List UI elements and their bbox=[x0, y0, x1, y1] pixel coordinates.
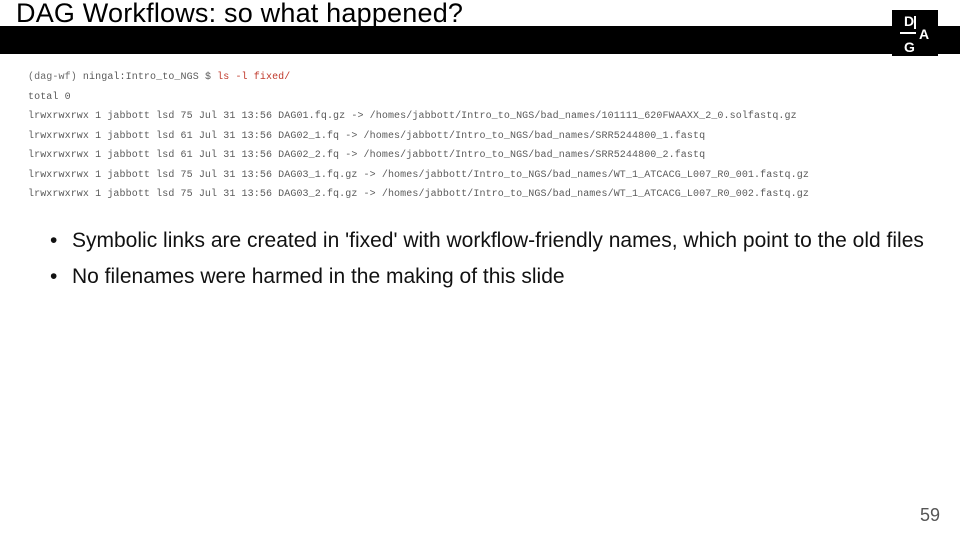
bullet-item: No filenames were harmed in the making o… bbox=[50, 263, 930, 291]
terminal-prompt-line: (dag-wf) ningal:Intro_to_NGS $ ls -l fix… bbox=[28, 68, 932, 88]
logo-letter-g: G bbox=[904, 39, 915, 55]
terminal-block: (dag-wf) ningal:Intro_to_NGS $ ls -l fix… bbox=[0, 54, 960, 211]
terminal-row: lrwxrwxrwx 1 jabbott lsd 75 Jul 31 13:56… bbox=[28, 107, 932, 127]
page-number: 59 bbox=[920, 505, 940, 526]
terminal-row: lrwxrwxrwx 1 jabbott lsd 75 Jul 31 13:56… bbox=[28, 185, 932, 205]
terminal-command: ls -l fixed/ bbox=[217, 72, 290, 83]
slide-title: DAG Workflows: so what happened? bbox=[0, 0, 463, 29]
title-bar: DAG Workflows: so what happened? D A G bbox=[0, 0, 960, 54]
bullet-list: Symbolic links are created in 'fixed' wi… bbox=[0, 211, 960, 292]
terminal-row: lrwxrwxrwx 1 jabbott lsd 61 Jul 31 13:56… bbox=[28, 146, 932, 166]
prompt-path: ningal:Intro_to_NGS $ bbox=[83, 72, 217, 83]
terminal-total: total 0 bbox=[28, 88, 932, 108]
dag-logo-icon: D A G bbox=[892, 10, 938, 56]
prompt-env: (dag-wf) bbox=[28, 72, 83, 83]
dag-logo: D A G bbox=[892, 10, 938, 56]
logo-letter-d: D bbox=[904, 13, 914, 29]
bullet-item: Symbolic links are created in 'fixed' wi… bbox=[50, 227, 930, 255]
terminal-row: lrwxrwxrwx 1 jabbott lsd 75 Jul 31 13:56… bbox=[28, 166, 932, 186]
slide: DAG Workflows: so what happened? D A G (… bbox=[0, 0, 960, 540]
terminal-row: lrwxrwxrwx 1 jabbott lsd 61 Jul 31 13:56… bbox=[28, 127, 932, 147]
logo-letter-a: A bbox=[919, 26, 929, 42]
